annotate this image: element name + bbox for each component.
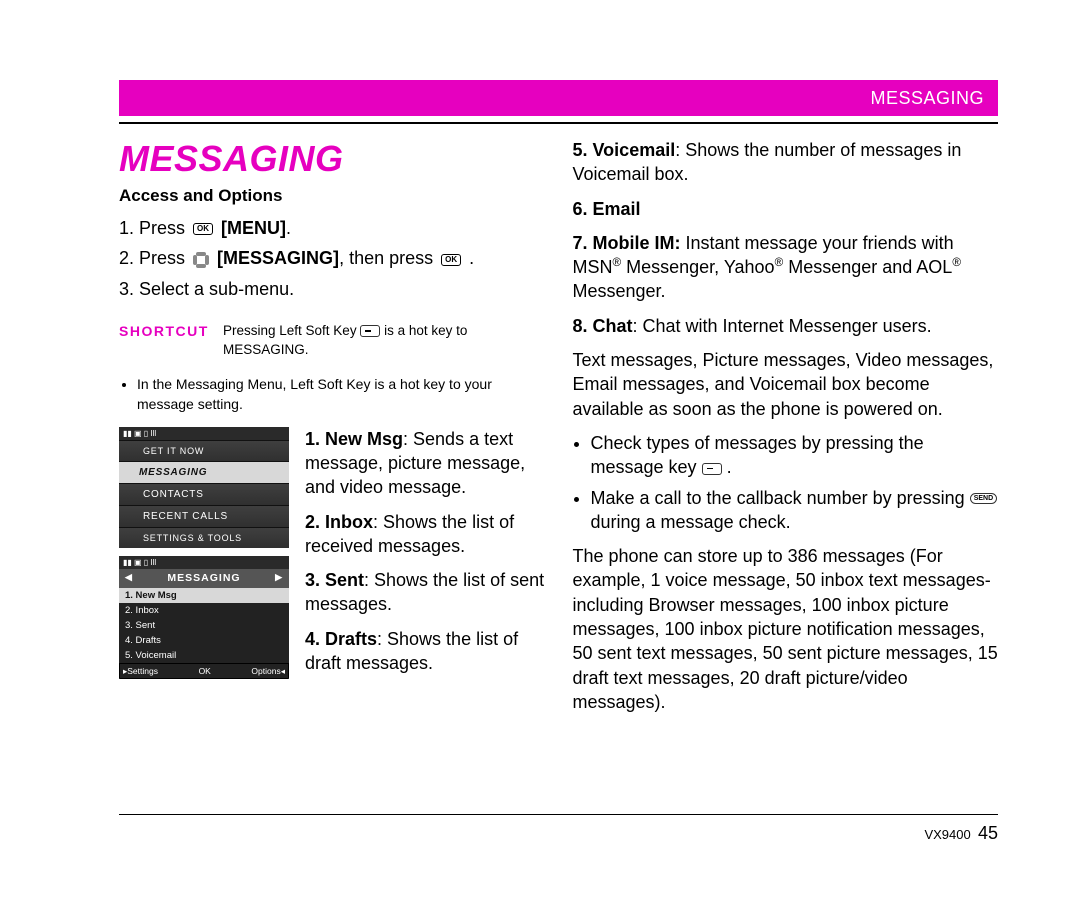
menu-item: RECENT CALLS [119, 505, 289, 527]
phone-submenu-header: MESSAGING [119, 569, 289, 588]
header-title: MESSAGING [870, 88, 984, 109]
header-bar: MESSAGING [119, 80, 998, 116]
paragraph-capacity: The phone can store up to 386 messages (… [573, 544, 999, 714]
shortcut-block: SHORTCUT Pressing Left Soft Key is a hot… [119, 321, 545, 360]
shortcut-label: SHORTCUT [119, 323, 209, 339]
paragraph-availability: Text messages, Picture messages, Video m… [573, 348, 999, 421]
submenu-item: 2. Inbox [119, 603, 289, 618]
header-divider [119, 122, 998, 124]
phone-screenshot-messaging: ▮▮ ▣ ▯ Ill MESSAGING 1. New Msg 2. Inbox… [119, 556, 289, 679]
phone-screenshot-menu: ▮▮ ▣ ▯ Ill GET IT NOW MESSAGING CONTACTS… [119, 427, 289, 548]
message-key-icon [702, 463, 722, 475]
tips-list: Check types of messages by pressing the … [573, 431, 999, 534]
menu-item: GET IT NOW [119, 440, 289, 461]
phone-status-bar: ▮▮ ▣ ▯ Ill [119, 556, 289, 569]
send-key-icon: SEND [970, 493, 997, 504]
nav-key-icon [193, 252, 209, 268]
menu-item: CONTACTS [119, 483, 289, 505]
page-number: 45 [978, 823, 998, 843]
step-3: 3. Select a sub-menu. [119, 277, 545, 301]
step-2: 2. Press [MESSAGING], then press OK . [119, 246, 545, 270]
note-bullet-list: In the Messaging Menu, Left Soft Key is … [119, 374, 545, 415]
submenu-item: 5. Voicemail [119, 648, 289, 663]
item-voicemail: 5. Voicemail: Shows the number of messag… [573, 138, 999, 187]
access-options-heading: Access and Options [119, 186, 545, 206]
tip-check-types: Check types of messages by pressing the … [591, 431, 999, 480]
left-soft-key-icon [360, 325, 380, 337]
manual-page: MESSAGING MESSAGING Access and Options 1… [0, 0, 1080, 914]
submenu-description-list: 1. New Msg: Sends a text message, pictur… [305, 427, 545, 687]
page-footer: VX9400 45 [119, 814, 998, 844]
left-column: MESSAGING Access and Options 1. Press OK… [119, 138, 545, 724]
phone-status-bar: ▮▮ ▣ ▯ Ill [119, 427, 289, 440]
submenu-item: 4. Drafts [119, 633, 289, 648]
ok-key-icon: OK [193, 223, 213, 235]
menu-item-selected: MESSAGING [119, 461, 289, 483]
item-mobile-im: 7. Mobile IM: Instant message your frien… [573, 231, 999, 304]
ok-key-icon: OK [441, 254, 461, 266]
submenu-item-selected: 1. New Msg [119, 588, 289, 603]
tip-callback: Make a call to the callback number by pr… [591, 486, 999, 535]
menu-item: SETTINGS & TOOLS [119, 527, 289, 548]
section-title: MESSAGING [119, 138, 545, 180]
step-1: 1. Press OK [MENU]. [119, 216, 545, 240]
submenu-item: 3. Sent [119, 618, 289, 633]
note-bullet: In the Messaging Menu, Left Soft Key is … [137, 374, 545, 415]
item-email: 6. Email [573, 197, 999, 221]
right-column: 5. Voicemail: Shows the number of messag… [573, 138, 999, 724]
item-chat: 8. Chat: Chat with Internet Messenger us… [573, 314, 999, 338]
phone-soft-keys: ▸Settings OK Options◂ [119, 663, 289, 679]
model-number: VX9400 [924, 827, 970, 842]
